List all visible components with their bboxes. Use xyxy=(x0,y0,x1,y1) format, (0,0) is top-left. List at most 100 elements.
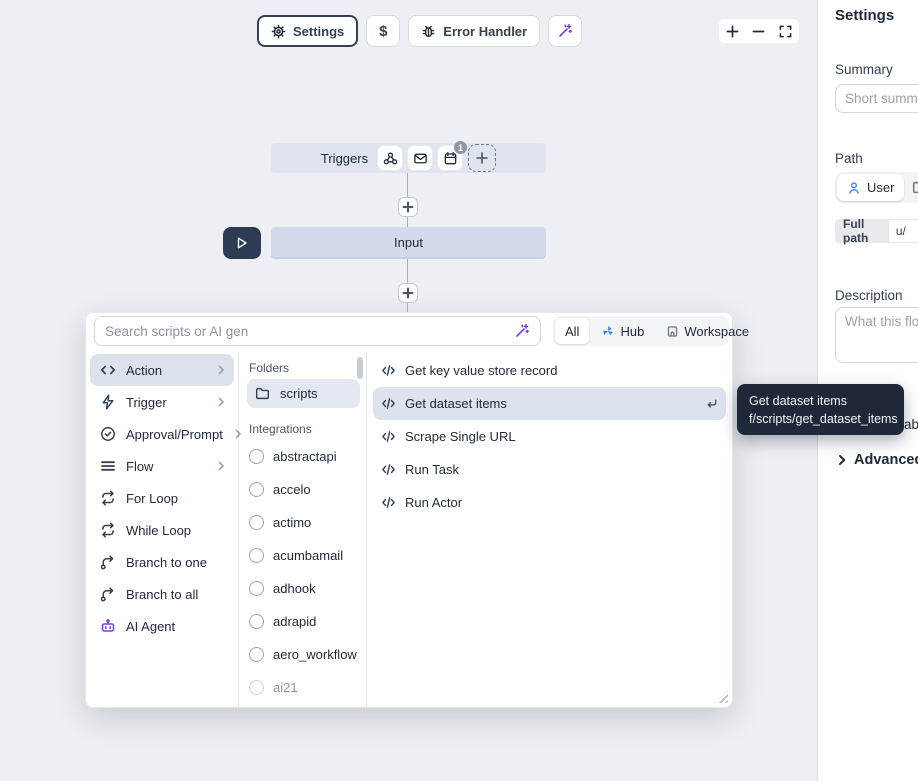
folder-icon[interactable] xyxy=(912,180,918,195)
plus-icon xyxy=(475,151,489,165)
integration-item[interactable]: adhook xyxy=(247,572,360,605)
integration-label: adhook xyxy=(273,581,316,596)
script-item[interactable]: Run Task xyxy=(373,453,726,486)
kind-item-action[interactable]: Action xyxy=(90,354,234,386)
full-path-value[interactable]: u/ xyxy=(888,219,918,243)
integrations-section-label: Integrations xyxy=(249,422,360,436)
test-flow-button[interactable] xyxy=(223,227,261,259)
branch-icon xyxy=(100,586,116,602)
integration-label: acumbamail xyxy=(273,548,343,563)
kind-item-flow[interactable]: Flow xyxy=(90,450,234,482)
webhook-icon xyxy=(383,151,398,166)
integration-logo-icon xyxy=(249,482,264,497)
kind-label: Branch to one xyxy=(126,555,226,570)
script-label: Run Actor xyxy=(405,495,718,510)
integration-item[interactable]: actimo xyxy=(247,506,360,539)
script-item[interactable]: Get key value store record xyxy=(373,354,726,387)
description-textarea[interactable] xyxy=(835,307,918,363)
gear-icon xyxy=(271,24,286,39)
triggers-node[interactable]: Triggers 1 xyxy=(271,143,546,173)
search-box xyxy=(94,316,541,346)
webhook-trigger-button[interactable] xyxy=(378,146,402,170)
source-filter-tabs: All Hub Workspace xyxy=(553,316,729,346)
input-node-label: Input xyxy=(394,235,423,250)
description-label: Description xyxy=(835,288,903,303)
tab-workspace-label: Workspace xyxy=(684,324,749,339)
path-owner-user-button[interactable]: User xyxy=(837,174,904,201)
kind-item-branch-all[interactable]: Branch to all xyxy=(90,578,234,610)
zoom-out-icon[interactable] xyxy=(752,25,765,38)
folders-section-label: Folders xyxy=(249,361,360,375)
integrations-list: abstractapi accelo actimo acumbamail adh… xyxy=(247,440,360,707)
tooltip-path: f/scripts/get_dataset_items xyxy=(749,410,892,428)
kind-item-branch-one[interactable]: Branch to one xyxy=(90,546,234,578)
kind-item-ai-agent[interactable]: AI Agent xyxy=(90,610,234,642)
error-handler-button[interactable]: Error Handler xyxy=(408,15,540,47)
calendar-icon xyxy=(443,151,458,166)
kind-label: AI Agent xyxy=(126,619,226,634)
integration-item[interactable]: aero_workflow xyxy=(247,638,360,671)
script-item-selected[interactable]: Get dataset items xyxy=(373,387,726,420)
path-owner-user-label: User xyxy=(867,180,894,195)
schedule-trigger-button[interactable]: 1 xyxy=(438,146,462,170)
integration-label: actimo xyxy=(273,515,311,530)
integration-logo-icon xyxy=(249,548,264,563)
user-icon xyxy=(847,181,861,195)
price-button[interactable]: $ xyxy=(366,15,400,47)
code-icon xyxy=(100,362,116,378)
code-file-icon xyxy=(381,462,396,477)
scrollbar-thumb[interactable] xyxy=(357,357,363,379)
integration-item[interactable]: adrapid xyxy=(247,605,360,638)
code-file-icon xyxy=(381,495,396,510)
settings-button[interactable]: Settings xyxy=(257,15,358,47)
integration-logo-icon xyxy=(249,647,264,662)
script-item[interactable]: Run Actor xyxy=(373,486,726,519)
ai-assistant-button[interactable] xyxy=(548,15,582,47)
integration-item[interactable]: ai21 xyxy=(247,671,360,704)
script-label: Scrape Single URL xyxy=(405,429,718,444)
triggers-node-label: Triggers xyxy=(321,151,368,166)
integration-item[interactable]: accelo xyxy=(247,473,360,506)
flow-toolbar: Settings $ Error Handler xyxy=(257,15,582,47)
kind-label: For Loop xyxy=(126,491,226,506)
chevron-right-icon xyxy=(216,461,226,471)
path-owner-toggle: User xyxy=(835,172,918,203)
script-item[interactable]: Scrape Single URL xyxy=(373,420,726,453)
advanced-section-toggle[interactable]: Advanced xyxy=(836,452,918,468)
folder-item-scripts[interactable]: scripts xyxy=(247,379,360,408)
integration-logo-icon xyxy=(249,680,264,695)
mail-icon xyxy=(413,151,428,166)
integration-item[interactable]: abstractapi xyxy=(247,440,360,473)
tab-hub-label: Hub xyxy=(620,324,644,339)
integration-item[interactable]: acumbamail xyxy=(247,539,360,572)
tab-workspace[interactable]: Workspace xyxy=(656,318,759,344)
insert-step-below-button[interactable] xyxy=(398,283,418,303)
integration-logo-icon xyxy=(249,581,264,596)
kind-item-trigger[interactable]: Trigger xyxy=(90,386,234,418)
tab-hub[interactable]: Hub xyxy=(591,318,654,344)
zap-icon xyxy=(100,394,116,410)
kind-item-while-loop[interactable]: While Loop xyxy=(90,514,234,546)
kind-item-approval[interactable]: Approval/Prompt xyxy=(90,418,234,450)
integration-item[interactable]: airtable xyxy=(247,704,360,707)
zoom-in-icon[interactable] xyxy=(726,25,739,38)
insert-step-above-button[interactable] xyxy=(398,197,418,217)
path-label: Path xyxy=(835,151,863,166)
integration-label: accelo xyxy=(273,482,311,497)
check-circle-icon xyxy=(100,426,116,442)
ai-gen-wand-icon[interactable] xyxy=(514,323,530,339)
add-trigger-button[interactable] xyxy=(468,144,496,172)
kind-item-for-loop[interactable]: For Loop xyxy=(90,482,234,514)
tab-all[interactable]: All xyxy=(555,318,589,344)
repeat-icon xyxy=(100,490,116,506)
kind-label: Trigger xyxy=(126,395,206,410)
chevron-right-icon xyxy=(216,397,226,407)
summary-input[interactable] xyxy=(835,84,918,113)
input-node[interactable]: Input xyxy=(271,227,546,257)
lines-icon xyxy=(100,458,116,474)
workspace-icon xyxy=(666,325,679,338)
email-trigger-button[interactable] xyxy=(408,146,432,170)
full-path-row: Full path u/ xyxy=(835,219,918,243)
fit-view-icon[interactable] xyxy=(779,25,792,38)
search-input[interactable] xyxy=(105,324,514,339)
